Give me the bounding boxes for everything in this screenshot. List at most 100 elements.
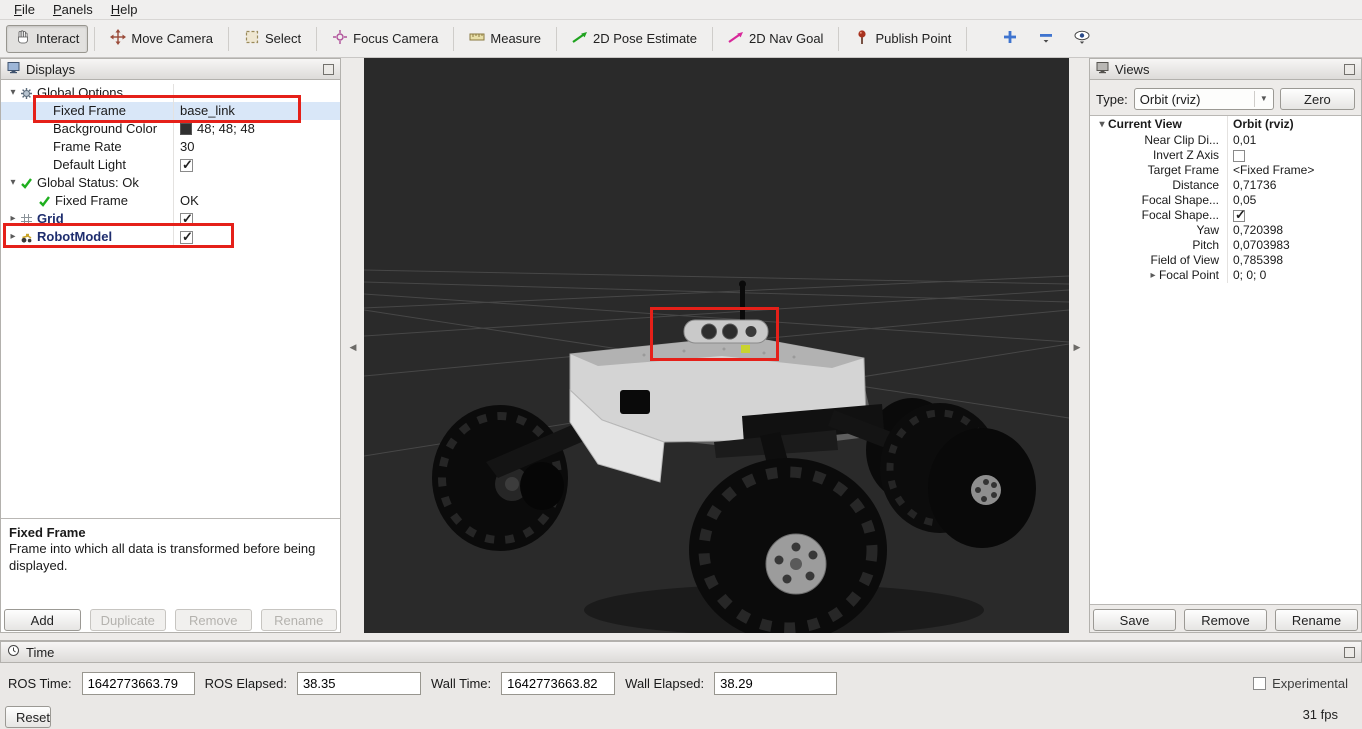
default-light-checkbox[interactable] bbox=[180, 159, 193, 172]
tree-row-frame-rate[interactable]: Frame Rate 30 bbox=[1, 138, 340, 156]
pose-estimate-tool-button[interactable]: 2D Pose Estimate bbox=[563, 25, 706, 53]
property-value[interactable]: 0; 0; 0 bbox=[1227, 268, 1361, 283]
property-value[interactable]: 0,05 bbox=[1227, 193, 1361, 208]
toolbar: Interact Move Camera Select Focus Camera… bbox=[0, 20, 1362, 58]
status-ok-check-icon bbox=[37, 195, 52, 208]
property-row-focal-point[interactable]: ▸Focal Point 0; 0; 0 bbox=[1090, 268, 1361, 283]
tree-row-default-light[interactable]: Default Light bbox=[1, 156, 340, 174]
rename-view-button[interactable]: Rename bbox=[1275, 609, 1358, 631]
right-panel-collapse-arrow[interactable]: ▶ bbox=[1072, 338, 1082, 356]
expand-arrow-icon[interactable]: ▾ bbox=[1096, 116, 1108, 133]
tree-row-fixed-frame[interactable]: Fixed Frame base_link bbox=[1, 102, 340, 120]
zero-button[interactable]: Zero bbox=[1280, 88, 1355, 110]
property-row-yaw[interactable]: Yaw 0,720398 bbox=[1090, 223, 1361, 238]
property-row-distance[interactable]: Distance 0,71736 bbox=[1090, 178, 1361, 193]
tool-label: 2D Nav Goal bbox=[749, 31, 823, 46]
displays-panel-header[interactable]: Displays bbox=[0, 58, 341, 80]
property-value[interactable]: 0,720398 bbox=[1227, 223, 1361, 238]
view-type-select[interactable]: Orbit (rviz) ▼ bbox=[1134, 88, 1274, 110]
expand-arrow-icon[interactable]: ▸ bbox=[7, 228, 19, 246]
move-camera-tool-button[interactable]: Move Camera bbox=[101, 25, 222, 53]
render-viewport[interactable] bbox=[364, 58, 1069, 633]
crosshair-icon bbox=[332, 29, 348, 48]
displays-panel-icon bbox=[7, 61, 20, 77]
menu-help[interactable]: Help bbox=[103, 1, 146, 18]
frame-rate-value[interactable]: 30 bbox=[173, 138, 340, 156]
remove-display-button[interactable]: Remove bbox=[175, 609, 252, 631]
panel-float-button[interactable] bbox=[323, 64, 334, 75]
grid-enabled-checkbox[interactable] bbox=[180, 213, 193, 226]
expand-arrow-icon[interactable]: ▸ bbox=[1147, 268, 1159, 283]
expand-arrow-icon[interactable]: ▾ bbox=[7, 84, 19, 102]
publish-point-tool-button[interactable]: Publish Point bbox=[845, 25, 960, 53]
property-row-field-of-view[interactable]: Field of View 0,785398 bbox=[1090, 253, 1361, 268]
tool-label: Interact bbox=[36, 31, 79, 46]
experimental-option: Experimental bbox=[1253, 676, 1348, 691]
property-value[interactable]: 0,0703983 bbox=[1227, 238, 1361, 253]
experimental-checkbox[interactable] bbox=[1253, 677, 1266, 690]
property-value[interactable]: 0,785398 bbox=[1227, 253, 1361, 268]
property-value[interactable]: 0,01 bbox=[1227, 133, 1361, 148]
remove-tool-button[interactable] bbox=[1033, 25, 1059, 53]
property-row-invert-z[interactable]: Invert Z Axis bbox=[1090, 148, 1361, 163]
map-pin-icon bbox=[854, 29, 870, 48]
robot-model-enabled-checkbox[interactable] bbox=[180, 231, 193, 244]
add-tool-button[interactable] bbox=[997, 25, 1023, 53]
eye-icon bbox=[1073, 29, 1091, 48]
focal-shape-checkbox[interactable] bbox=[1233, 210, 1245, 222]
tool-label: Measure bbox=[490, 31, 541, 46]
fixed-frame-value[interactable]: base_link bbox=[173, 102, 340, 120]
ros-time-label: ROS Time: bbox=[8, 676, 72, 691]
invert-z-checkbox[interactable] bbox=[1233, 150, 1245, 162]
tool-label: Focus Camera bbox=[353, 31, 438, 46]
interact-tool-button[interactable]: Interact bbox=[6, 25, 88, 53]
current-view-label: Current View bbox=[1108, 116, 1182, 133]
nav-goal-tool-button[interactable]: 2D Nav Goal bbox=[719, 25, 832, 53]
tree-row-background-color[interactable]: Background Color 48; 48; 48 bbox=[1, 120, 340, 138]
property-value[interactable]: 0,71736 bbox=[1227, 178, 1361, 193]
green-arrow-icon bbox=[572, 29, 588, 48]
panel-title: Displays bbox=[26, 62, 75, 77]
magenta-arrow-icon bbox=[728, 29, 744, 48]
tree-row-status-fixed-frame[interactable]: Fixed Frame OK bbox=[1, 192, 340, 210]
property-row-target-frame[interactable]: Target Frame <Fixed Frame> bbox=[1090, 163, 1361, 178]
display-name: Grid bbox=[37, 210, 64, 228]
measure-tool-button[interactable]: Measure bbox=[460, 25, 550, 53]
tree-row-global-status[interactable]: ▾Global Status: Ok bbox=[1, 174, 340, 192]
view-type-row: Type: Orbit (rviz) ▼ Zero bbox=[1090, 87, 1361, 111]
ros-elapsed-input[interactable] bbox=[297, 672, 421, 695]
wall-elapsed-input[interactable] bbox=[714, 672, 837, 695]
panel-float-button[interactable] bbox=[1344, 64, 1355, 75]
expand-arrow-icon[interactable]: ▸ bbox=[7, 210, 19, 228]
property-row-focal-shape-size[interactable]: Focal Shape... 0,05 bbox=[1090, 193, 1361, 208]
displays-tree: ▾Global Options Fixed Frame base_link Ba… bbox=[1, 81, 340, 518]
time-panel-header[interactable]: Time bbox=[0, 641, 1362, 663]
help-text: Frame into which all data is transformed… bbox=[9, 541, 332, 574]
expand-arrow-icon[interactable]: ▾ bbox=[7, 174, 19, 192]
left-panel-collapse-arrow[interactable]: ◀ bbox=[348, 338, 358, 356]
property-row-focal-shape-fixed[interactable]: Focal Shape... bbox=[1090, 208, 1361, 223]
panel-float-button[interactable] bbox=[1344, 647, 1355, 658]
save-view-button[interactable]: Save bbox=[1093, 609, 1176, 631]
menu-panels[interactable]: Panels bbox=[45, 1, 101, 18]
property-row-near-clip[interactable]: Near Clip Di... 0,01 bbox=[1090, 133, 1361, 148]
focus-camera-tool-button[interactable]: Focus Camera bbox=[323, 25, 447, 53]
property-value[interactable]: <Fixed Frame> bbox=[1227, 163, 1361, 178]
camera-type-button[interactable] bbox=[1069, 25, 1095, 53]
tree-row-global-options[interactable]: ▾Global Options bbox=[1, 84, 340, 102]
tree-row-grid[interactable]: ▸ Grid bbox=[1, 210, 340, 228]
select-tool-button[interactable]: Select bbox=[235, 25, 310, 53]
views-panel-header[interactable]: Views bbox=[1089, 58, 1362, 80]
color-swatch bbox=[180, 123, 192, 135]
reset-button[interactable]: Reset bbox=[5, 706, 51, 728]
ros-time-input[interactable] bbox=[82, 672, 195, 695]
tree-row-robot-model[interactable]: ▸RobotModel bbox=[1, 228, 340, 246]
wall-time-input[interactable] bbox=[501, 672, 615, 695]
views-panel-icon bbox=[1096, 61, 1109, 77]
property-row-pitch[interactable]: Pitch 0,0703983 bbox=[1090, 238, 1361, 253]
add-display-button[interactable]: Add bbox=[4, 609, 81, 631]
menu-file[interactable]: File bbox=[6, 1, 43, 18]
rename-display-button[interactable]: Rename bbox=[261, 609, 338, 631]
remove-view-button[interactable]: Remove bbox=[1184, 609, 1267, 631]
duplicate-display-button[interactable]: Duplicate bbox=[90, 609, 167, 631]
